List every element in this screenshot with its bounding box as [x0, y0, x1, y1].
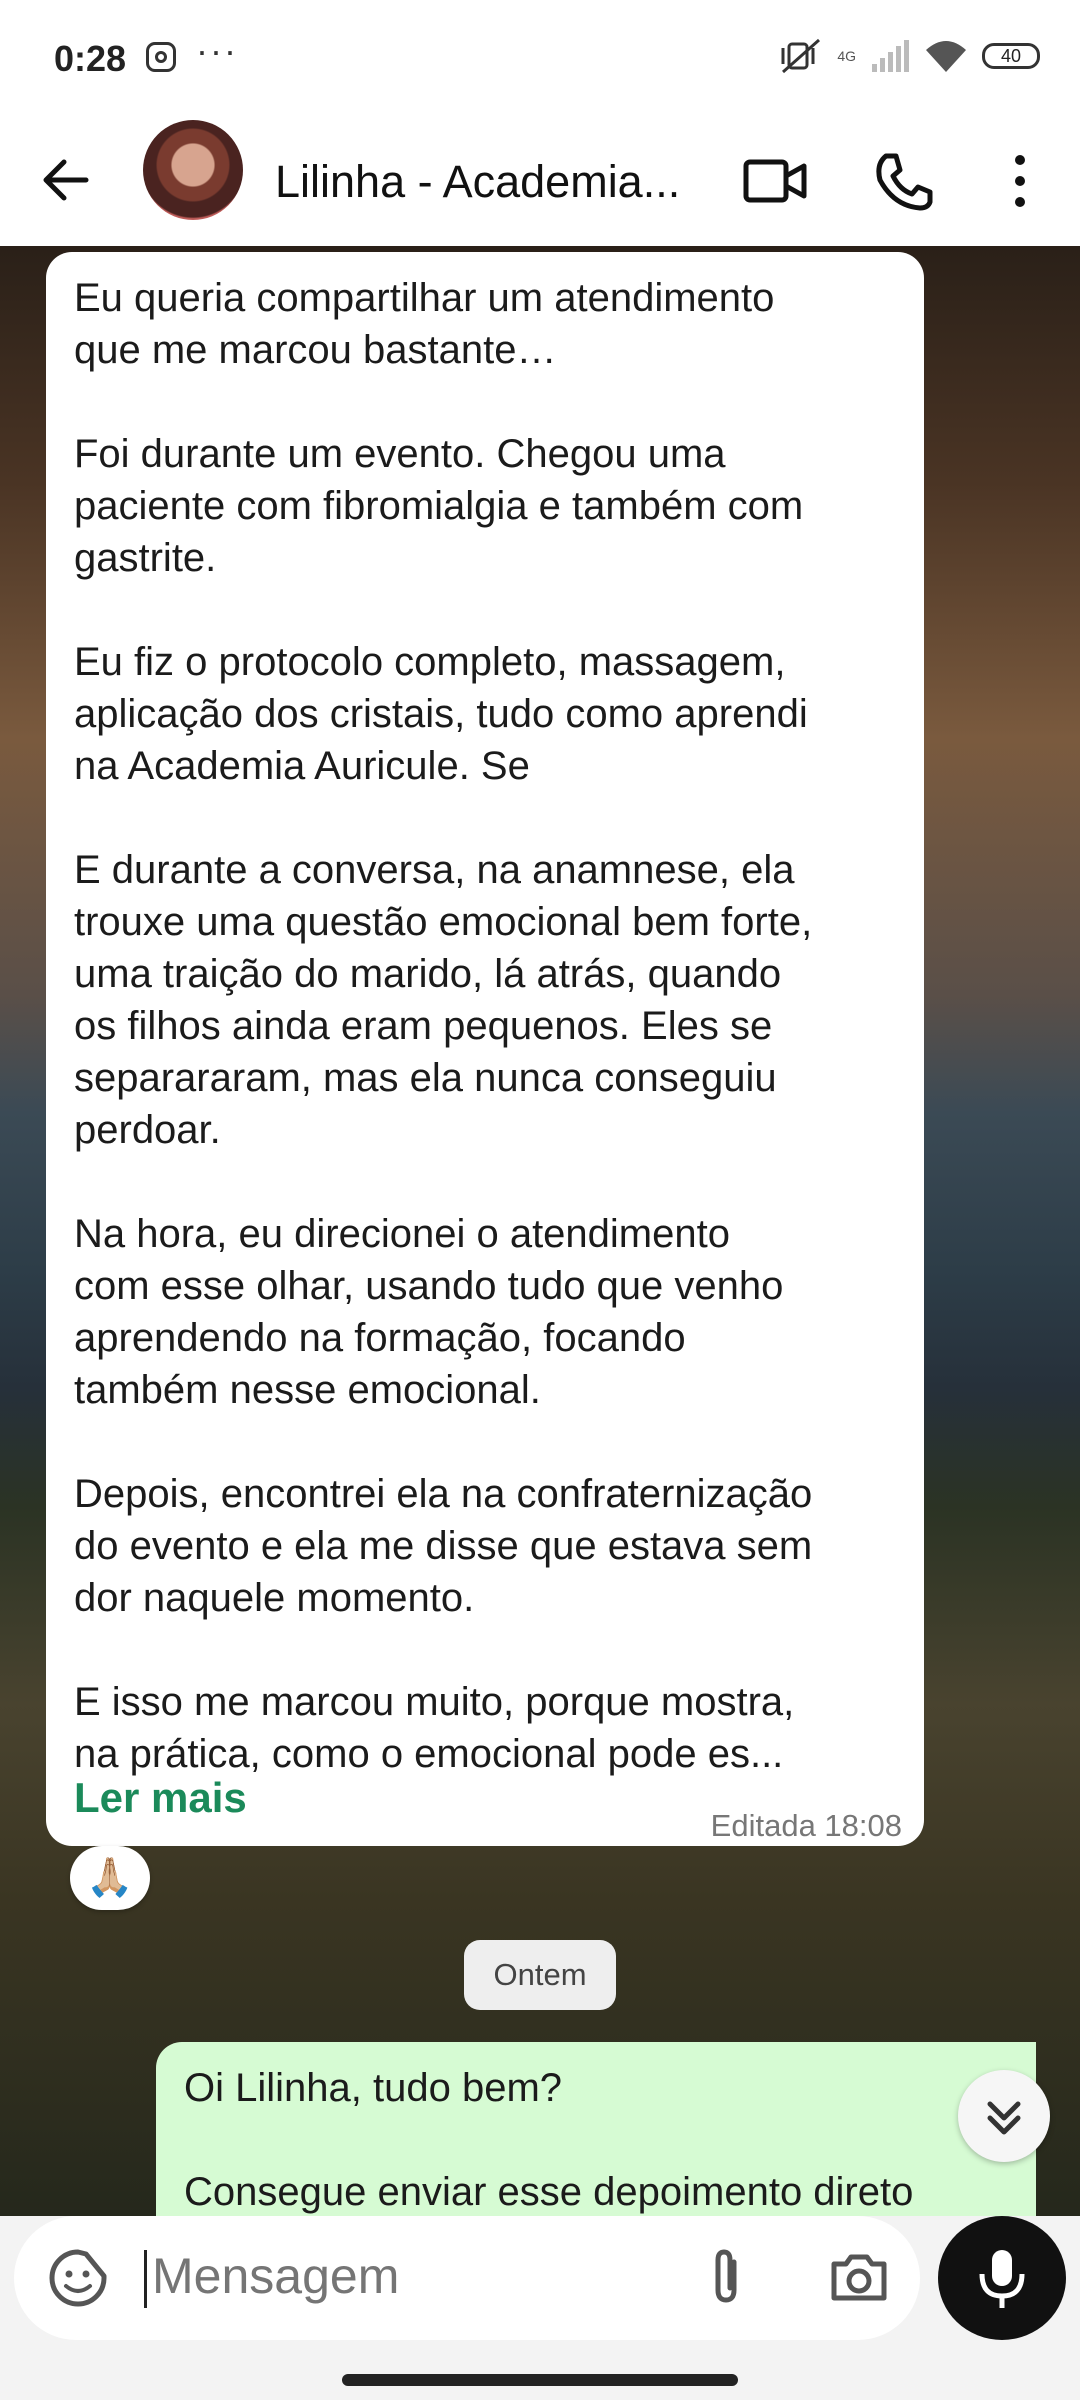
- microphone-icon: [979, 2250, 1025, 2308]
- incoming-message-text: Eu queria compartilhar um atendimento qu…: [74, 276, 813, 1776]
- sticker-emoji-icon[interactable]: [46, 2246, 110, 2310]
- battery-icon: 40: [982, 43, 1040, 69]
- text-cursor: [144, 2250, 147, 2308]
- contact-avatar[interactable]: [143, 120, 243, 220]
- message-input-container[interactable]: [14, 2216, 920, 2340]
- outgoing-message-bubble[interactable]: Oi Lilinha, tudo bem? Consegue enviar es…: [156, 2042, 1036, 2216]
- incoming-message-bubble[interactable]: Eu queria compartilhar um atendimento qu…: [46, 252, 924, 1846]
- signal-icon: [872, 40, 909, 72]
- wifi-icon: [926, 41, 966, 72]
- home-gesture-bar[interactable]: [342, 2374, 738, 2386]
- instagram-notification-icon: [146, 42, 176, 72]
- video-call-icon[interactable]: [740, 146, 810, 216]
- phone-icon[interactable]: [868, 146, 938, 216]
- attachment-icon[interactable]: [694, 2244, 760, 2310]
- day-separator: Ontem: [464, 1940, 616, 2010]
- system-navigation-bar: [0, 2346, 1080, 2400]
- message-input[interactable]: [150, 2246, 674, 2306]
- back-arrow-icon[interactable]: [36, 150, 96, 210]
- camera-icon[interactable]: [826, 2244, 892, 2310]
- scroll-to-bottom-button[interactable]: [958, 2070, 1050, 2162]
- status-time: 0:28: [54, 38, 127, 79]
- read-more-link[interactable]: Ler mais: [74, 1774, 247, 1822]
- network-type-label: 4G: [837, 48, 856, 64]
- status-bar: 0:28 ··· 4G 40: [0, 0, 1080, 120]
- message-composer: [0, 2196, 1080, 2346]
- mute-vibrate-icon: [781, 38, 821, 74]
- chat-area[interactable]: Eu queria compartilhar um atendimento qu…: [0, 246, 1080, 2216]
- chat-header: Lilinha - Academia...: [0, 120, 1080, 246]
- more-notifications-icon: ···: [196, 30, 238, 71]
- voice-message-button[interactable]: [938, 2216, 1066, 2340]
- outgoing-message-text: Oi Lilinha, tudo bem? Consegue enviar es…: [184, 2066, 914, 2214]
- contact-name[interactable]: Lilinha - Academia...: [275, 156, 695, 208]
- double-chevron-down-icon: [987, 2101, 1021, 2135]
- more-vert-icon[interactable]: [985, 146, 1055, 216]
- message-reaction[interactable]: 🙏🏼: [70, 1846, 150, 1910]
- message-edited-timestamp: Editada 18:08: [710, 1808, 902, 1843]
